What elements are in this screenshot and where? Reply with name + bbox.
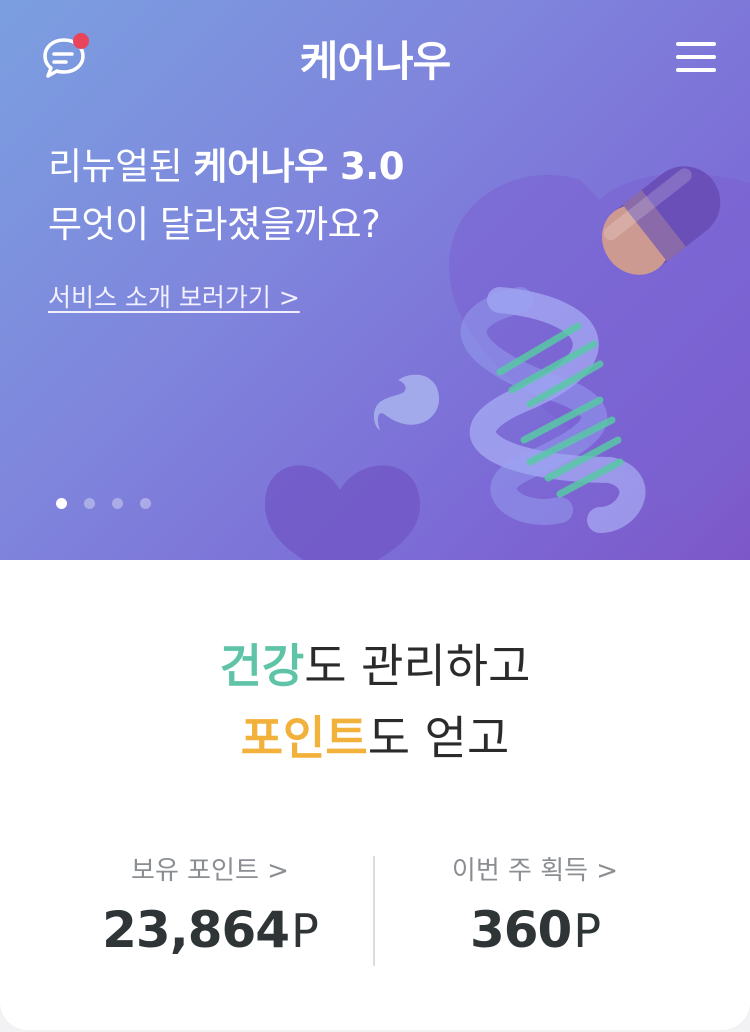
carousel-pagination bbox=[56, 494, 168, 513]
stats-divider bbox=[373, 856, 375, 966]
held-points-label[interactable]: 보유 포인트 > bbox=[60, 850, 360, 887]
hero-banner[interactable]: 케어나우 리뉴얼된 케어나우 3.0 무엇이 달라졌을까요? 서비스 소개 보러… bbox=[0, 0, 750, 560]
banner-line-2: 무엇이 달라졌을까요? bbox=[48, 203, 381, 246]
banner-line-1: 리뉴얼된 케어나우 3.0 bbox=[48, 145, 405, 188]
banner-headline: 리뉴얼된 케어나우 3.0 무엇이 달라졌을까요? bbox=[48, 138, 405, 254]
heart-small-icon bbox=[265, 465, 420, 560]
held-points[interactable]: 보유 포인트 > 23,864P bbox=[60, 850, 360, 959]
points-card: 건강도 관리하고 포인트도 얻고 보유 포인트 > 23,864P 이번 주 획… bbox=[0, 560, 750, 1030]
carousel-dot-3[interactable] bbox=[112, 498, 123, 509]
held-points-value: 23,864P bbox=[102, 901, 319, 959]
weekly-earned-label[interactable]: 이번 주 획득 > bbox=[385, 850, 685, 887]
carousel-dot-2[interactable] bbox=[84, 498, 95, 509]
service-intro-link[interactable]: 서비스 소개 보러가기 > bbox=[48, 278, 300, 314]
weekly-earned-points[interactable]: 이번 주 획득 > 360P bbox=[385, 850, 685, 959]
top-navigation-bar: 케어나우 bbox=[0, 0, 750, 120]
hamburger-menu-icon bbox=[676, 42, 716, 46]
slogan: 건강도 관리하고 포인트도 얻고 bbox=[0, 630, 750, 774]
carousel-dot-1[interactable] bbox=[56, 498, 67, 509]
carousel-dot-4[interactable] bbox=[140, 498, 151, 509]
slogan-line-2: 포인트도 얻고 bbox=[240, 711, 510, 765]
menu-button[interactable] bbox=[676, 42, 716, 72]
slogan-line-1: 건강도 관리하고 bbox=[219, 639, 531, 693]
stomach-icon bbox=[373, 374, 440, 430]
weekly-earned-value: 360P bbox=[469, 901, 601, 959]
app-logo: 케어나우 bbox=[299, 37, 452, 86]
